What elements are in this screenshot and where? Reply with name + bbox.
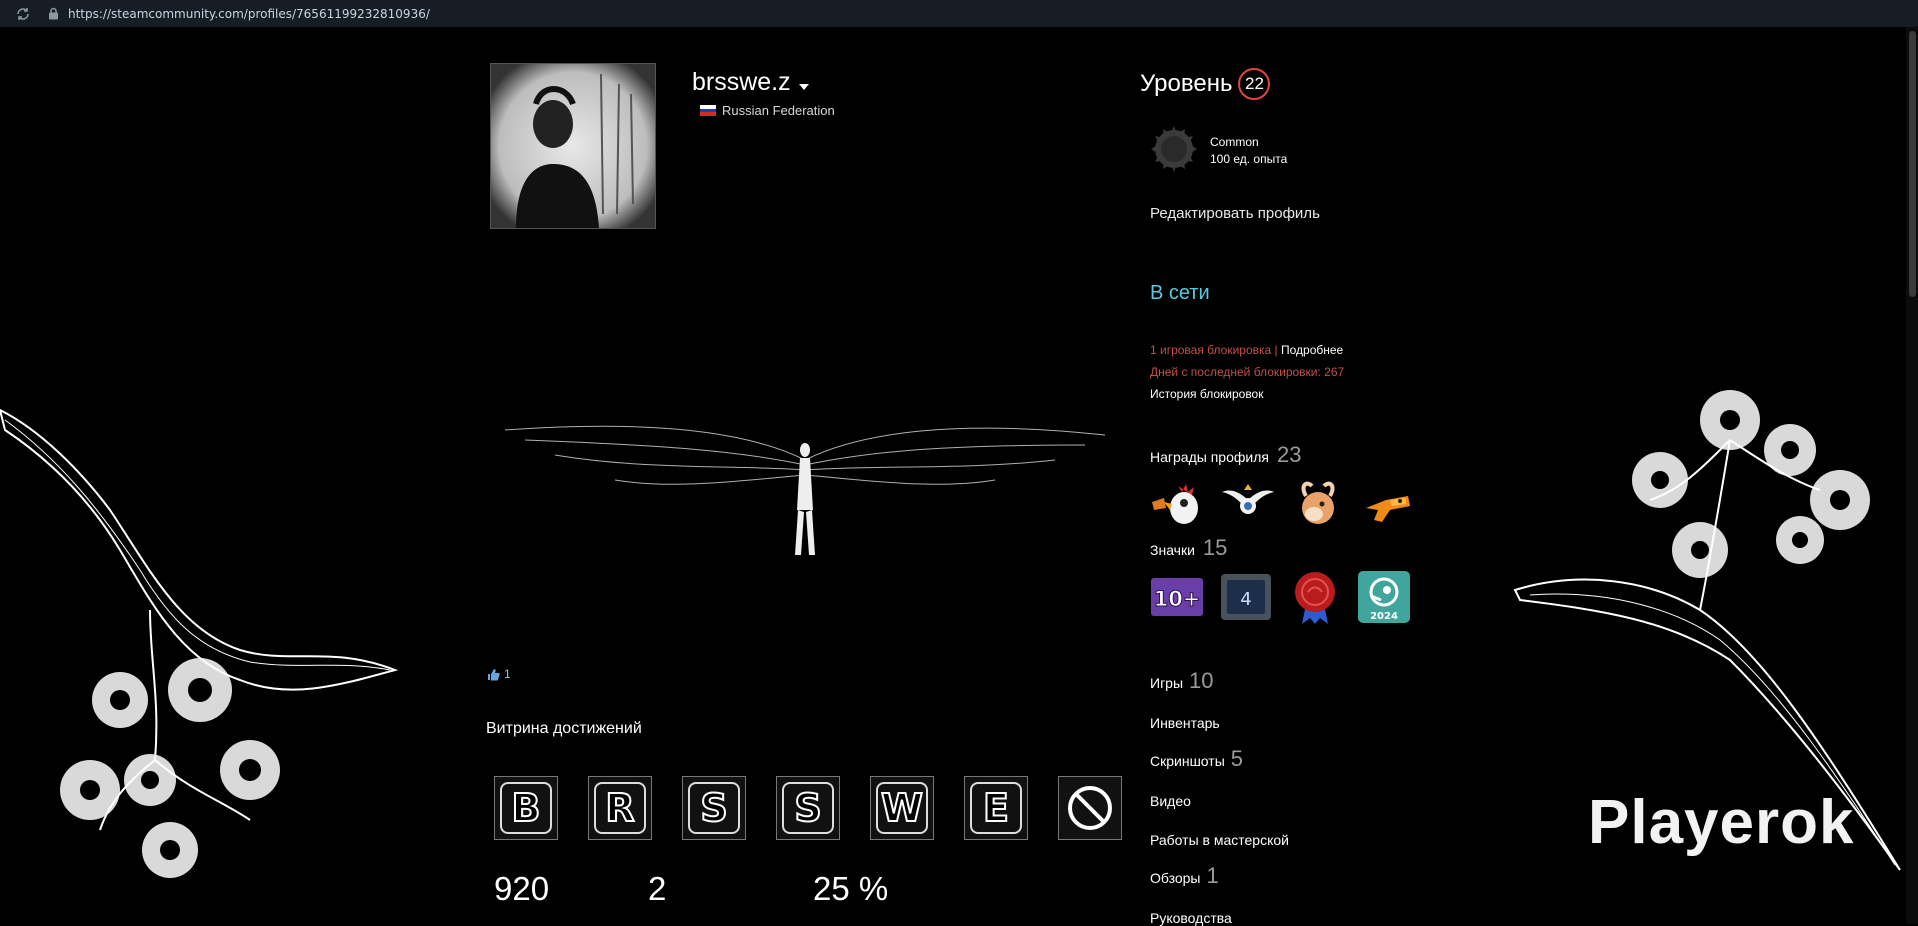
days-since-ban: Дней с последней блокировки: 267 bbox=[1150, 365, 1345, 379]
profile-avatar[interactable] bbox=[490, 63, 656, 229]
level-label: Уровень bbox=[1140, 70, 1233, 97]
reviews-label: Обзоры bbox=[1150, 870, 1201, 886]
profile-awards-row bbox=[1150, 478, 1430, 528]
reload-icon[interactable] bbox=[14, 5, 32, 23]
badge-year-text: 2024 bbox=[1370, 611, 1398, 622]
winged-eye-award-icon[interactable] bbox=[1220, 478, 1276, 528]
achievement-letter: S bbox=[782, 782, 834, 834]
scrollbar-thumb[interactable] bbox=[1909, 31, 1916, 297]
achievement-tile[interactable] bbox=[1058, 776, 1122, 840]
screenshots-count: 5 bbox=[1230, 746, 1244, 771]
stat-total-achievements: 920 bbox=[494, 870, 550, 907]
achievement-tile[interactable]: S bbox=[776, 776, 840, 840]
playerok-watermark: Playerok bbox=[1588, 788, 1855, 857]
achievement-tile[interactable]: B bbox=[494, 776, 558, 840]
nav-games[interactable]: Игры 10 bbox=[1150, 668, 1214, 694]
artwork-likes[interactable]: 1 bbox=[487, 667, 511, 681]
achievement-letter: W bbox=[876, 782, 928, 834]
lock-icon bbox=[46, 6, 60, 22]
reviews-count: 1 bbox=[1206, 863, 1219, 888]
screenshots-label: Скриншоты bbox=[1150, 753, 1225, 769]
chicken-award-icon[interactable] bbox=[1150, 478, 1206, 528]
russia-flag-icon bbox=[700, 105, 716, 117]
stat-completion-rate: 25 % bbox=[813, 870, 889, 907]
achievement-tile[interactable]: E bbox=[964, 776, 1028, 840]
achievement-letter: R bbox=[594, 782, 646, 834]
achievement-tile[interactable]: W bbox=[870, 776, 934, 840]
prohibited-icon bbox=[1068, 786, 1112, 830]
persona-name[interactable]: brsswe.z bbox=[692, 68, 809, 97]
artwork-showcase-image[interactable] bbox=[495, 380, 1115, 580]
achievement-stats: 920 2 25 % bbox=[494, 870, 967, 908]
achievement-letter: S bbox=[688, 782, 740, 834]
ban-count: 1 игровая блокировка bbox=[1150, 343, 1272, 357]
achievement-tile[interactable]: S bbox=[682, 776, 746, 840]
persona-name-text: brsswe.z bbox=[692, 68, 791, 96]
nav-videos[interactable]: Видео bbox=[1150, 793, 1191, 809]
awards-count: 23 bbox=[1276, 442, 1302, 467]
achievement-showcase-title: Витрина достижений bbox=[486, 720, 642, 737]
browser-url-bar: https://steamcommunity.com/profiles/7656… bbox=[0, 0, 1918, 27]
badges-count: 15 bbox=[1202, 535, 1228, 560]
seal-badge-icon[interactable] bbox=[1288, 570, 1342, 624]
nav-screenshots[interactable]: Скриншоты 5 bbox=[1150, 746, 1243, 772]
profile-awards-header[interactable]: Награды профиля 23 bbox=[1150, 442, 1301, 468]
ban-details-link[interactable]: Подробнее bbox=[1281, 343, 1343, 357]
likes-count: 1 bbox=[504, 667, 511, 681]
xp-badge-points: 100 ед. опыта bbox=[1210, 152, 1288, 166]
xp-badge-icon[interactable] bbox=[1149, 124, 1199, 174]
url-text[interactable]: https://steamcommunity.com/profiles/7656… bbox=[68, 7, 430, 21]
goat-award-icon[interactable] bbox=[1290, 478, 1346, 528]
country-name: Russian Federation bbox=[722, 103, 835, 118]
nav-inventory[interactable]: Инвентарь bbox=[1150, 715, 1220, 731]
ban-status: 1 игровая блокировка | Подробнее bbox=[1150, 343, 1343, 357]
achievement-row: B R S S W E bbox=[494, 776, 1122, 840]
nav-workshop[interactable]: Работы в мастерской bbox=[1150, 832, 1289, 848]
flame-award-icon[interactable] bbox=[1360, 478, 1416, 528]
achievement-tile[interactable]: R bbox=[588, 776, 652, 840]
achievement-letter: E bbox=[970, 782, 1022, 834]
online-status: В сети bbox=[1150, 282, 1210, 304]
profile-location: Russian Federation bbox=[700, 103, 835, 118]
level-badge[interactable]: 22 bbox=[1238, 68, 1271, 100]
ban-separator: | bbox=[1271, 343, 1281, 357]
games-count: 10 bbox=[1189, 668, 1214, 693]
badges-label: Значки bbox=[1150, 542, 1195, 558]
profile-level: Уровень 22 bbox=[1140, 68, 1271, 100]
years-of-service-badge-icon[interactable]: 10+ bbox=[1150, 570, 1204, 624]
badges-row: 10+ 4 2024 bbox=[1150, 570, 1426, 624]
community-badge-icon[interactable]: 4 bbox=[1219, 570, 1273, 624]
ban-history-link[interactable]: История блокировок bbox=[1150, 387, 1263, 401]
badge-tile-text: 10+ bbox=[1154, 587, 1201, 611]
achievement-letter: B bbox=[500, 782, 552, 834]
chevron-down-icon[interactable] bbox=[798, 83, 809, 90]
edit-profile-button[interactable]: Редактировать профиль bbox=[1150, 205, 1320, 222]
flower-illustration-left bbox=[0, 408, 399, 878]
thumbs-up-icon bbox=[488, 668, 500, 680]
xp-badge-name: Common bbox=[1210, 135, 1259, 149]
badges-header[interactable]: Значки 15 bbox=[1150, 535, 1227, 561]
badge-screen-text: 4 bbox=[1240, 589, 1251, 610]
xp-badge-info: Common 100 ед. опыта bbox=[1210, 134, 1287, 168]
nav-reviews[interactable]: Обзоры 1 bbox=[1150, 863, 1219, 889]
games-label: Игры bbox=[1150, 675, 1184, 691]
awards-label: Награды профиля bbox=[1150, 449, 1269, 465]
stat-perfect-games: 2 bbox=[648, 870, 667, 907]
steam-replay-badge-icon[interactable]: 2024 bbox=[1357, 570, 1411, 624]
